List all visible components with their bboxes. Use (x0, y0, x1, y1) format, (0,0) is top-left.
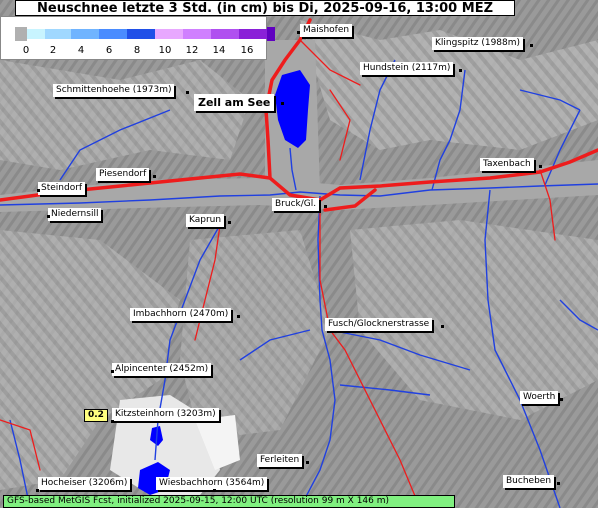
place-marker (228, 221, 231, 224)
place-marker (539, 165, 542, 168)
map-title: Neuschnee letzte 3 Std. (in cm) bis Di, … (15, 0, 515, 16)
place-marker (306, 461, 309, 464)
place-marker (153, 175, 156, 178)
legend-tick-label: 0 (22, 45, 30, 56)
place-label[interactable]: Kitzsteinhorn (3203m) (112, 408, 219, 421)
place-label[interactable]: Kaprun (186, 214, 225, 227)
legend-swatch (99, 29, 127, 39)
place-marker (37, 189, 40, 192)
legend-swatch (267, 27, 275, 41)
place-marker (459, 69, 462, 72)
legend-tick-label: 8 (133, 45, 141, 56)
place-marker (213, 489, 216, 492)
legend-swatch (15, 27, 27, 41)
place-marker (557, 482, 560, 485)
place-label[interactable]: Niedernsill (48, 208, 102, 221)
legend-tick-label: 16 (240, 45, 254, 56)
place-label[interactable]: Zell am See (194, 94, 275, 111)
legend-ticks: 0 2 4 6 8 10 12 14 16 (1, 45, 268, 59)
place-label[interactable]: Taxenbach (480, 158, 534, 171)
place-label[interactable]: Woerth (520, 391, 559, 404)
place-label[interactable]: Hundstein (2117m) (360, 62, 454, 75)
place-marker (530, 44, 533, 47)
legend-tick-label: 10 (158, 45, 172, 56)
place-marker (111, 370, 114, 373)
legend-swatch (27, 29, 45, 39)
place-label[interactable]: Steindorf (38, 182, 86, 195)
place-label[interactable]: Bruck/Gl. (272, 198, 320, 211)
legend: 0 2 4 6 8 10 12 14 16 (0, 16, 275, 60)
place-marker (560, 398, 563, 401)
place-label[interactable]: Hocheiser (3206m) (38, 477, 131, 490)
legend-tick-label: 2 (49, 45, 57, 56)
place-label[interactable]: Ferleiten (257, 454, 303, 467)
place-marker (281, 102, 284, 105)
legend-swatch (45, 29, 71, 39)
place-label[interactable]: Alpincenter (2452m) (112, 363, 212, 376)
place-label[interactable]: Klingspitz (1988m) (432, 37, 524, 50)
legend-swatch (155, 29, 183, 39)
place-label[interactable]: Schmittenhoehe (1973m) (53, 84, 175, 97)
legend-tick-label: 12 (185, 45, 199, 56)
place-label[interactable]: Bucheben (503, 475, 555, 488)
legend-color-bar (15, 27, 275, 41)
legend-tick-label: 6 (105, 45, 113, 56)
legend-swatch (127, 29, 155, 39)
place-marker (111, 420, 114, 423)
place-label[interactable]: Wiesbachhorn (3564m) (156, 477, 268, 490)
snow-value-badge: 0.2 (84, 409, 108, 422)
legend-swatch (211, 29, 239, 39)
place-marker (237, 315, 240, 318)
footer-info: GFS-based MetGIS Fcst, initialized 2025-… (3, 495, 455, 508)
legend-tick-label: 14 (212, 45, 226, 56)
legend-swatch (71, 29, 99, 39)
place-label[interactable]: Maishofen (300, 24, 353, 37)
place-marker (324, 205, 327, 208)
place-marker (297, 31, 300, 34)
legend-tick-label: 4 (77, 45, 85, 56)
place-marker (47, 215, 50, 218)
legend-swatch (183, 29, 211, 39)
place-marker (186, 91, 189, 94)
place-label[interactable]: Piesendorf (96, 168, 150, 181)
legend-swatch (239, 29, 267, 39)
terrain-map[interactable] (0, 0, 598, 508)
place-marker (36, 489, 39, 492)
place-marker (441, 325, 444, 328)
place-label[interactable]: Fusch/Glocknerstrasse (325, 318, 433, 331)
place-label[interactable]: Imbachhorn (2470m) (130, 308, 232, 321)
